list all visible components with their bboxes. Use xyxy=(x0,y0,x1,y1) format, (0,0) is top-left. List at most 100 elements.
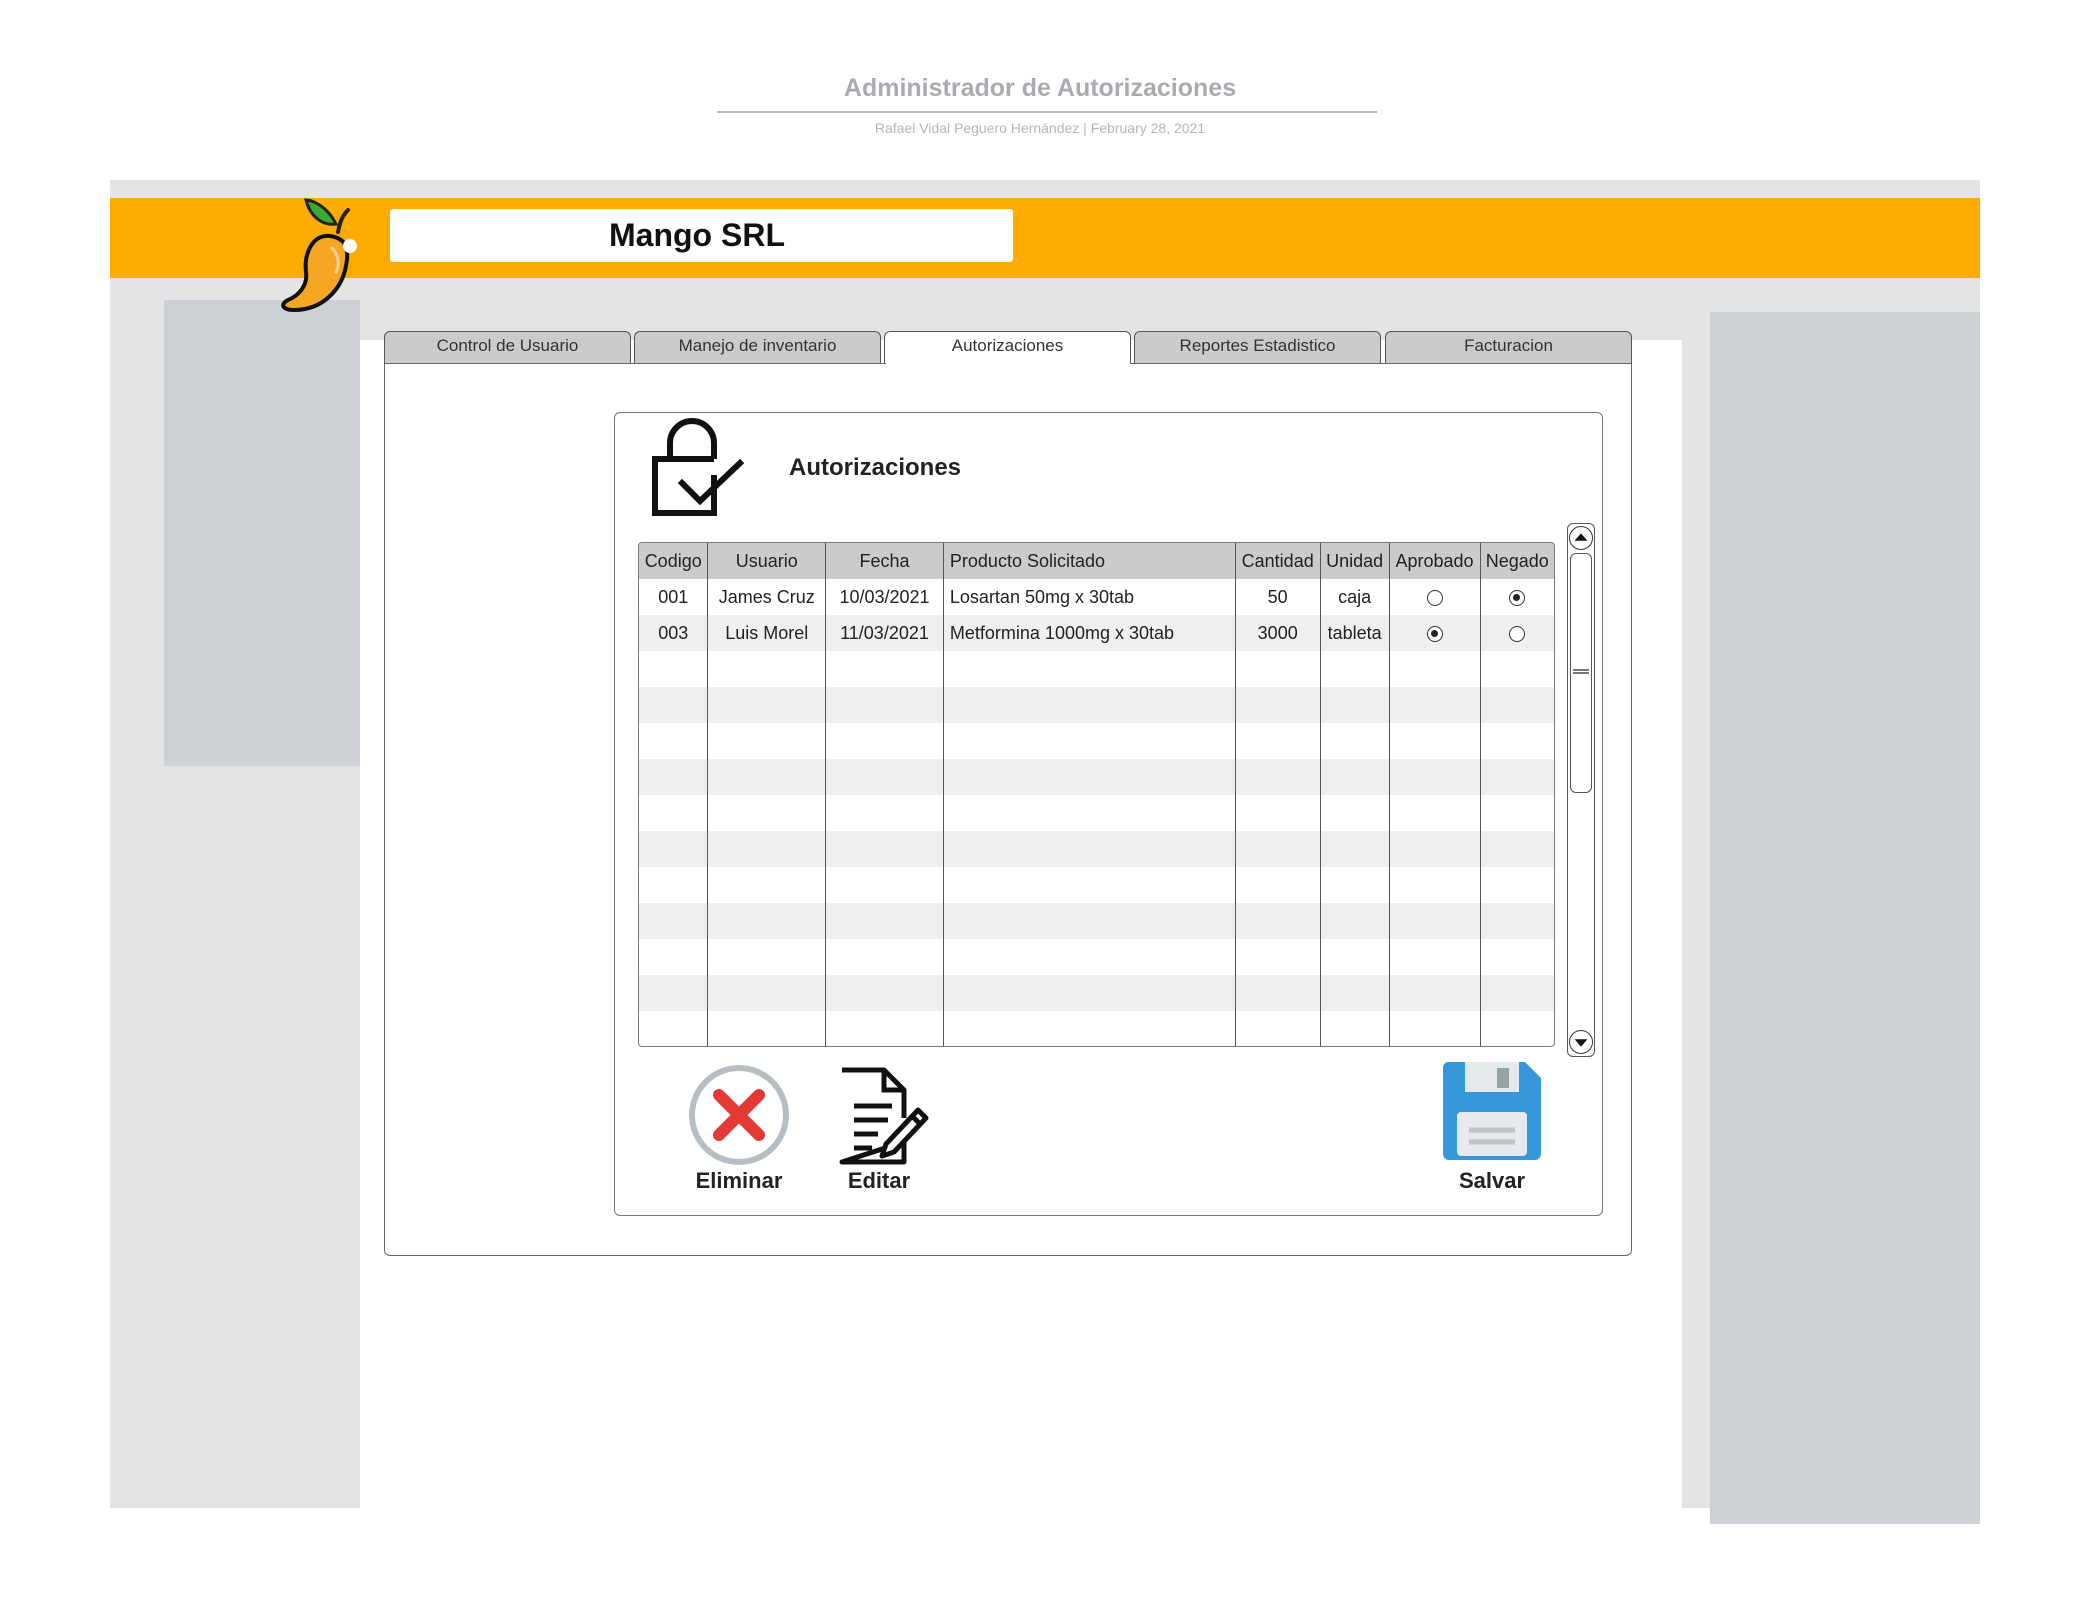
column-header-cantidad[interactable]: Cantidad xyxy=(1235,543,1321,579)
edit-document-icon[interactable] xyxy=(838,1066,930,1166)
empty-table-row xyxy=(639,831,1554,867)
empty-cell xyxy=(825,975,944,1011)
empty-cell xyxy=(825,903,944,939)
column-header-aprobado[interactable]: Aprobado xyxy=(1389,543,1481,579)
cell-codigo: 001 xyxy=(639,579,709,615)
empty-table-row xyxy=(639,939,1554,975)
scrollbar-grip xyxy=(1573,669,1589,674)
empty-cell xyxy=(1235,975,1321,1011)
column-header-unidad[interactable]: Unidad xyxy=(1320,543,1390,579)
empty-cell xyxy=(943,903,1236,939)
save-floppy-icon[interactable] xyxy=(1441,1060,1543,1162)
empty-cell xyxy=(1235,759,1321,795)
empty-cell xyxy=(1235,903,1321,939)
cell-producto: Metformina 1000mg x 30tab xyxy=(943,615,1236,651)
empty-table-row xyxy=(639,723,1554,759)
column-header-fecha[interactable]: Fecha xyxy=(825,543,944,579)
tab-autorizaciones[interactable]: Autorizaciones xyxy=(884,331,1131,365)
empty-cell xyxy=(1235,1011,1321,1046)
table-row[interactable]: 003 Luis Morel 11/03/2021 Metformina 100… xyxy=(639,615,1554,651)
empty-table-row xyxy=(639,867,1554,903)
empty-cell xyxy=(707,687,827,723)
empty-cell xyxy=(825,651,944,687)
cell-usuario: James Cruz xyxy=(707,579,827,615)
empty-cell xyxy=(825,795,944,831)
empty-cell xyxy=(943,975,1236,1011)
empty-cell xyxy=(1320,1011,1390,1046)
empty-cell xyxy=(707,867,827,903)
panel-title: Autorizaciones xyxy=(789,454,962,481)
empty-cell xyxy=(1480,939,1554,975)
negado-radio[interactable] xyxy=(1509,589,1526,606)
edit-button-label[interactable]: Editar xyxy=(824,1168,934,1194)
empty-cell xyxy=(1320,651,1390,687)
empty-cell xyxy=(639,795,709,831)
tab-manejo-de-inventario[interactable]: Manejo de inventario xyxy=(634,331,881,363)
empty-cell xyxy=(943,1011,1236,1046)
empty-cell xyxy=(943,831,1236,867)
empty-cell xyxy=(1480,903,1554,939)
empty-cell xyxy=(1480,723,1554,759)
empty-table-row xyxy=(639,1011,1554,1046)
empty-cell xyxy=(707,975,827,1011)
save-button-label[interactable]: Salvar xyxy=(1437,1168,1547,1194)
empty-cell xyxy=(825,867,944,903)
empty-cell xyxy=(1320,723,1390,759)
empty-cell xyxy=(639,1011,709,1046)
empty-cell xyxy=(707,723,827,759)
cell-unidad: caja xyxy=(1320,579,1390,615)
empty-cell xyxy=(1235,831,1321,867)
cell-fecha: 11/03/2021 xyxy=(825,615,944,651)
aprobado-radio[interactable] xyxy=(1426,625,1443,642)
empty-table-row xyxy=(639,687,1554,723)
mango-icon xyxy=(281,198,357,312)
empty-cell xyxy=(639,759,709,795)
scroll-up-arrow-icon[interactable] xyxy=(1569,526,1593,550)
empty-cell xyxy=(1235,939,1321,975)
cell-cantidad: 50 xyxy=(1235,579,1321,615)
empty-table-row xyxy=(639,795,1554,831)
empty-cell xyxy=(1320,687,1390,723)
empty-cell xyxy=(1320,939,1390,975)
column-header-negado[interactable]: Negado xyxy=(1480,543,1554,579)
column-header-codigo[interactable]: Codigo xyxy=(639,543,709,579)
negado-radio[interactable] xyxy=(1509,625,1526,642)
empty-table-row xyxy=(639,651,1554,687)
empty-cell xyxy=(707,831,827,867)
delete-icon[interactable] xyxy=(688,1064,790,1166)
empty-cell xyxy=(1389,831,1481,867)
empty-cell xyxy=(707,939,827,975)
table-row[interactable]: 001 James Cruz 10/03/2021 Losartan 50mg … xyxy=(639,579,1554,615)
empty-cell xyxy=(825,1011,944,1046)
empty-cell xyxy=(1480,975,1554,1011)
empty-cell xyxy=(1235,867,1321,903)
empty-cell xyxy=(1480,759,1554,795)
empty-cell xyxy=(1235,795,1321,831)
empty-cell xyxy=(943,759,1236,795)
scroll-down-arrow-icon[interactable] xyxy=(1569,1030,1593,1054)
company-name: Mango SRL xyxy=(609,217,785,253)
cell-producto: Losartan 50mg x 30tab xyxy=(943,579,1236,615)
empty-cell xyxy=(943,651,1236,687)
empty-cell xyxy=(1389,1011,1481,1046)
column-header-producto[interactable]: Producto Solicitado xyxy=(943,543,1236,579)
aprobado-radio[interactable] xyxy=(1426,589,1443,606)
empty-cell xyxy=(1389,759,1481,795)
empty-cell xyxy=(943,939,1236,975)
tab-reportes-estadistico[interactable]: Reportes Estadistico xyxy=(1134,331,1381,363)
lock-check-icon xyxy=(652,418,745,516)
empty-cell xyxy=(639,903,709,939)
empty-cell xyxy=(639,723,709,759)
empty-cell xyxy=(1320,831,1390,867)
title-divider xyxy=(717,111,1377,113)
tab-control-de-usuario[interactable]: Control de Usuario xyxy=(384,331,631,363)
tab-facturacion[interactable]: Facturacion xyxy=(1385,331,1632,363)
empty-cell xyxy=(1235,723,1321,759)
column-header-usuario[interactable]: Usuario xyxy=(707,543,827,579)
empty-cell xyxy=(1480,687,1554,723)
empty-cell xyxy=(943,723,1236,759)
cell-unidad: tableta xyxy=(1320,615,1390,651)
left-side-panel xyxy=(164,300,360,766)
empty-cell xyxy=(639,867,709,903)
delete-button-label[interactable]: Eliminar xyxy=(684,1168,794,1194)
